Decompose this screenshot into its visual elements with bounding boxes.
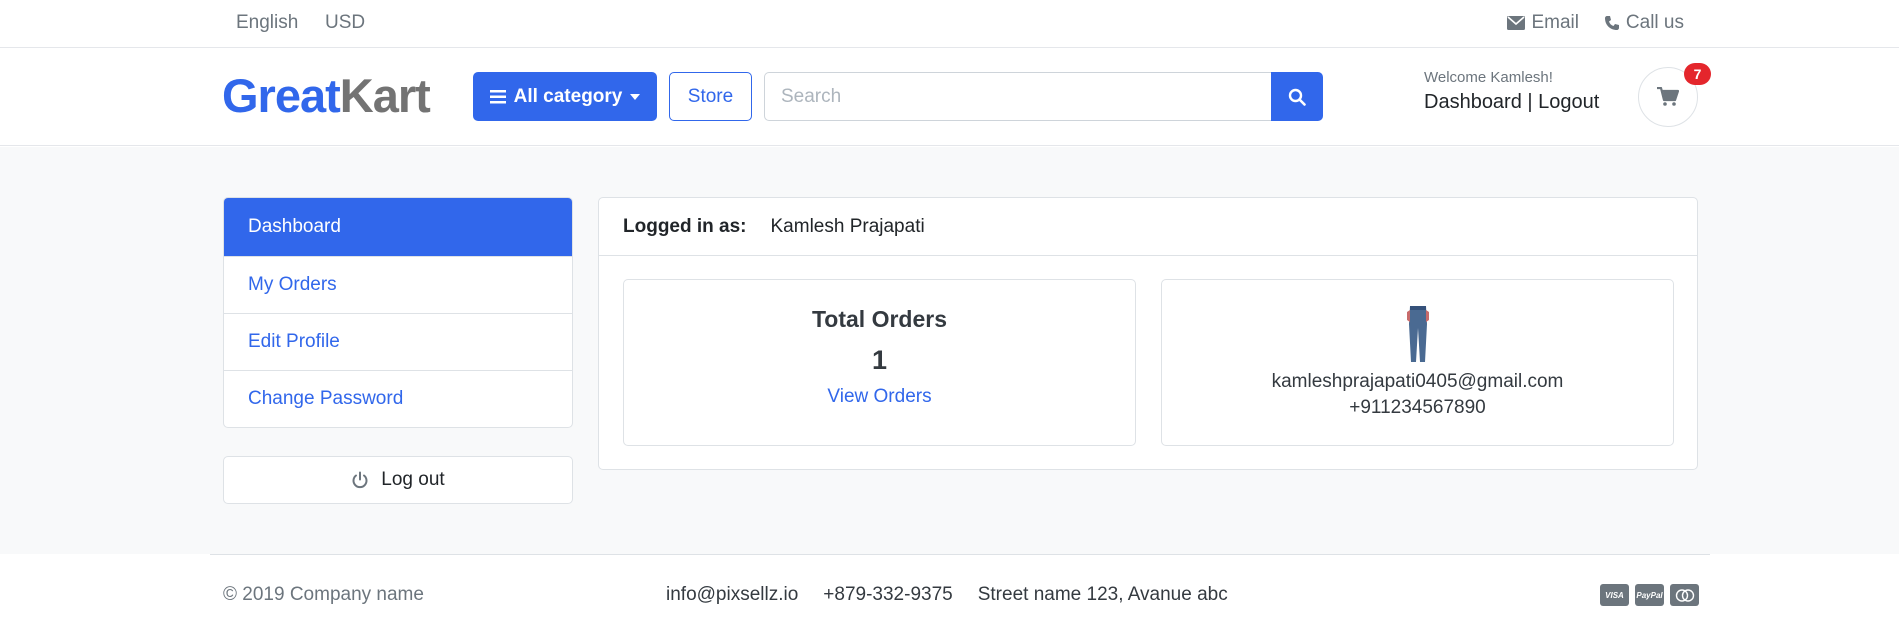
dashboard-link[interactable]: Dashboard [1424,91,1522,113]
logo-part-2: Kart [339,69,431,122]
total-orders-title: Total Orders [811,306,948,332]
cart-icon [1657,87,1679,106]
cart-count-badge: 7 [1684,63,1711,85]
call-label: Call us [1625,12,1684,33]
copyright: © 2019 Company name [223,584,424,605]
menu-icon [489,89,506,103]
store-button[interactable]: Store [669,72,752,121]
logout-label: Log out [381,469,445,490]
footer-contact: info@pixsellz.io +879-332-9375 Street na… [666,584,1228,606]
logo[interactable]: GreatKart [222,69,431,122]
sidebar-item-change-password[interactable]: Change Password [224,370,572,427]
visa-icon: VISA [1600,584,1629,606]
profile-image [1406,306,1429,362]
phone-icon [1604,16,1619,30]
power-icon [352,471,368,489]
envelope-icon [1507,16,1526,30]
all-category-label: All category [513,85,623,107]
profile-phone: +911234567890 [1349,397,1486,418]
logout-link[interactable]: Logout [1538,91,1599,113]
call-link[interactable]: Call us [1604,12,1684,34]
logo-part-1: Great [222,69,341,122]
search-input[interactable] [764,72,1272,121]
footer: © 2019 Company name info@pixsellz.io +87… [0,554,1899,634]
dashboard-card: Logged in as: Kamlesh Prajapati Total Or… [598,197,1698,470]
footer-divider [210,554,1710,555]
links-separator: | [1527,91,1533,113]
all-category-button[interactable]: All category [473,72,657,121]
sidebar-item-dashboard[interactable]: Dashboard [224,198,572,256]
mastercard-icon [1670,584,1699,606]
paypal-icon: PayPal [1635,584,1664,606]
user-links: Dashboard | Logout [1424,91,1599,114]
view-orders-link[interactable]: View Orders [624,386,1135,408]
email-link[interactable]: Email [1507,12,1579,34]
sidebar-item-my-orders[interactable]: My Orders [224,256,572,313]
card-header: Logged in as: Kamlesh Prajapati [599,198,1697,256]
total-orders-value: 1 [871,345,888,375]
top-bar: English USD Email Call us [0,0,1899,48]
caret-down-icon [630,93,641,100]
footer-email[interactable]: info@pixsellz.io [666,584,798,606]
logout-button[interactable]: Log out [223,456,573,504]
email-label: Email [1531,12,1579,33]
footer-phone[interactable]: +879-332-9375 [823,584,952,606]
total-orders-box: Total Orders 1 View Orders [623,279,1136,446]
account-sidebar: Dashboard My Orders Edit Profile Change … [223,197,573,428]
footer-address: Street name 123, Avanue abc [977,584,1228,605]
logged-in-label: Logged in as: [623,215,747,237]
search-icon [1288,88,1306,106]
sidebar-item-edit-profile[interactable]: Edit Profile [224,313,572,370]
user-name: Kamlesh Prajapati [770,215,925,237]
search-button[interactable] [1271,72,1323,121]
welcome-text: Welcome Kamlesh! [1424,69,1553,86]
language-selector[interactable]: English [236,12,298,34]
main-content: Dashboard My Orders Edit Profile Change … [0,147,1899,554]
profile-email: kamleshprajapati0405@gmail.com [1271,371,1564,392]
profile-box: kamleshprajapati0405@gmail.com +91123456… [1161,279,1674,446]
payment-methods: VISA PayPal [1600,584,1699,606]
currency-selector[interactable]: USD [325,12,365,34]
